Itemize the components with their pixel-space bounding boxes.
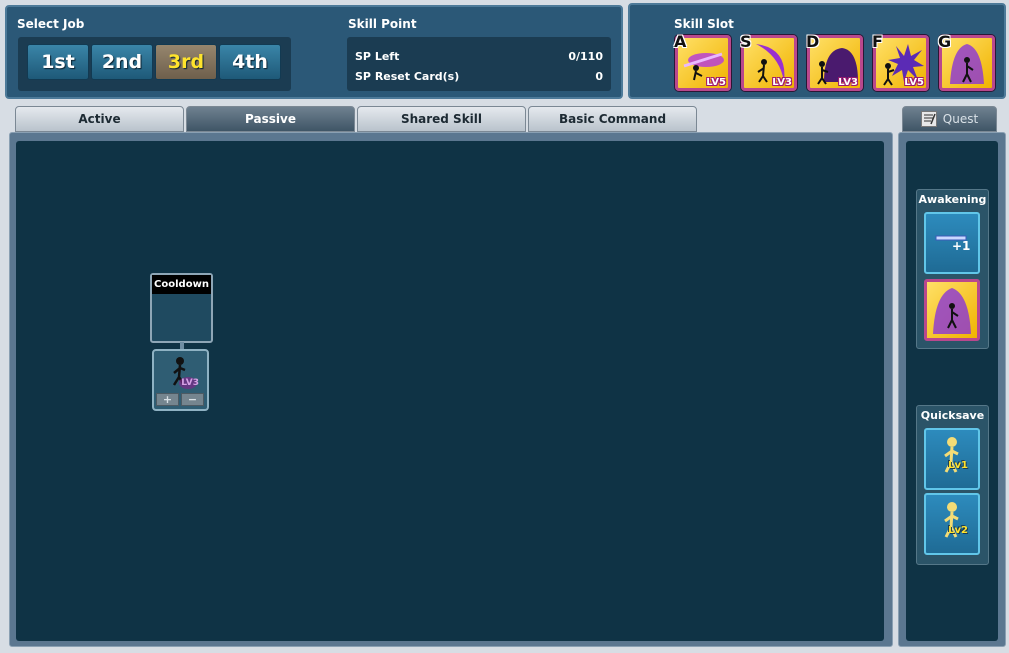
- tab-active[interactable]: Active: [15, 106, 184, 132]
- skill-plus-button[interactable]: +: [156, 393, 179, 406]
- sp-left-label: SP Left: [355, 49, 400, 63]
- skill-point-title: Skill Point: [348, 17, 417, 31]
- slot-level: LV5: [904, 77, 924, 88]
- quicksave-level: Lv1: [948, 460, 968, 471]
- stickman-gold-icon: [944, 437, 959, 473]
- skill-slot-f[interactable]: F LV5: [872, 32, 929, 91]
- cooldown-node: Cooldown: [150, 273, 213, 343]
- slot-key-label: A: [674, 32, 687, 51]
- slot-level: LV5: [706, 77, 726, 88]
- skill-slot-d[interactable]: D LV3: [806, 32, 863, 91]
- side-panel: Awakening +1 Quicksave Lv1 Lv2: [906, 141, 998, 641]
- skill-slot-panel: Skill Slot A LV5 S LV3 D LV3 F LV5 G: [628, 3, 1006, 99]
- stickman-gold-icon: [944, 502, 959, 538]
- side-panel-frame: Awakening +1 Quicksave Lv1 Lv2: [898, 132, 1006, 647]
- skill-slot-g[interactable]: G: [938, 32, 995, 91]
- slot-key-label: G: [938, 32, 952, 51]
- boost-plus-label: +1: [952, 239, 971, 253]
- quicksave-slot-1[interactable]: Lv1: [924, 428, 980, 490]
- tab-shared-skill[interactable]: Shared Skill: [357, 106, 526, 132]
- skill-slot-a[interactable]: A LV5: [674, 32, 731, 91]
- quicksave-title: Quicksave: [920, 408, 985, 422]
- skill-tree-area: Cooldown LV3 + −: [16, 141, 884, 641]
- job-button-2nd[interactable]: 2nd: [91, 44, 153, 80]
- skill-tabs: Active Passive Shared Skill Basic Comman…: [15, 106, 697, 132]
- tab-basic-command[interactable]: Basic Command: [528, 106, 697, 132]
- skill-slot-title: Skill Slot: [674, 17, 734, 31]
- quicksave-slot-2[interactable]: Lv2: [924, 493, 980, 555]
- sp-reset-value: 0: [595, 69, 603, 83]
- job-skillpoint-panel: Select Job 1st 2nd 3rd 4th Skill Point S…: [5, 5, 623, 99]
- tab-passive[interactable]: Passive: [186, 106, 355, 132]
- skill-slot-s[interactable]: S LV3: [740, 32, 797, 91]
- cooldown-node-title: Cooldown: [152, 275, 211, 294]
- awakening-title: Awakening: [918, 192, 987, 206]
- slot-level: LV3: [772, 77, 792, 88]
- job-button-3rd[interactable]: 3rd: [155, 44, 217, 80]
- passive-skill-node[interactable]: LV3 + −: [152, 349, 209, 411]
- slot-level: LV3: [838, 77, 858, 88]
- slot-key-label: S: [740, 32, 752, 51]
- sp-left-value: 0/110: [568, 49, 603, 63]
- quest-tab-label: Quest: [942, 112, 979, 126]
- job-button-1st[interactable]: 1st: [27, 44, 89, 80]
- skill-tree-frame: Cooldown LV3 + −: [9, 132, 893, 647]
- awakening-box: Awakening +1: [916, 189, 989, 349]
- select-job-title: Select Job: [17, 17, 85, 31]
- aura-icon: [933, 288, 971, 334]
- tab-quest[interactable]: Quest: [902, 106, 997, 132]
- node-level: LV3: [181, 378, 199, 388]
- awakening-skill-slot[interactable]: [924, 279, 980, 341]
- sp-reset-label: SP Reset Card(s): [355, 69, 460, 83]
- skill-minus-button[interactable]: −: [181, 393, 204, 406]
- job-selector: 1st 2nd 3rd 4th: [18, 37, 291, 91]
- slot-key-label: D: [806, 32, 820, 51]
- skill-point-box: SP Left 0/110 SP Reset Card(s) 0: [347, 37, 611, 91]
- scroll-icon: [920, 111, 937, 127]
- quicksave-box: Quicksave Lv1 Lv2: [916, 405, 989, 565]
- skill-slot-row: A LV5 S LV3 D LV3 F LV5 G: [674, 32, 995, 91]
- slot-key-label: F: [872, 32, 883, 51]
- awakening-boost-slot[interactable]: +1: [924, 212, 980, 274]
- quicksave-level: Lv2: [948, 525, 968, 536]
- job-button-4th[interactable]: 4th: [219, 44, 281, 80]
